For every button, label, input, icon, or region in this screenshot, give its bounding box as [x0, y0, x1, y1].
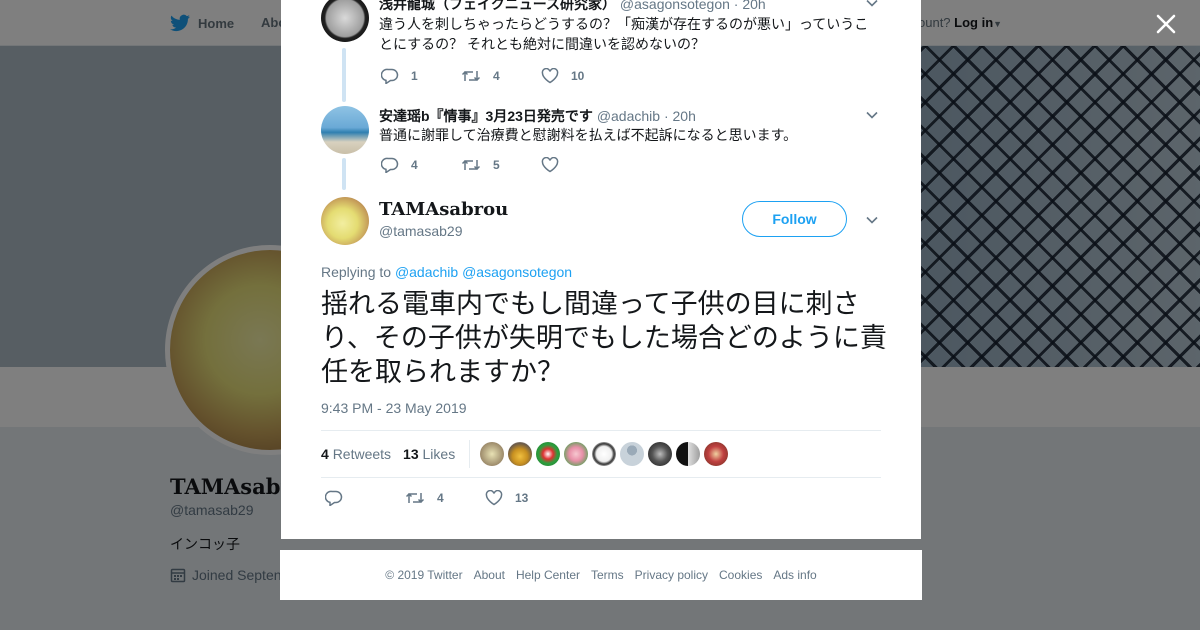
chevron-down-icon[interactable] [865, 0, 879, 10]
heart-icon [485, 490, 503, 506]
tweet-text: 違う人を刺しちゃったらどうするの？「痴漢が存在するのが悪い」っていうことにするの… [379, 16, 869, 52]
retweet-icon [461, 70, 481, 82]
author-name[interactable]: 浅井龍城（フェイクニュース研究家） [379, 0, 616, 12]
retweet-count: 4 [437, 491, 444, 505]
liker-avatars [480, 442, 729, 466]
follow-button[interactable]: Follow [742, 201, 847, 237]
heart-icon [541, 68, 559, 84]
reply-button[interactable] [325, 490, 405, 506]
reply-count: 4 [411, 158, 418, 172]
retweet-count: 5 [493, 158, 500, 172]
footer-link-about[interactable]: About [474, 568, 505, 582]
reply-icon [325, 490, 343, 506]
reply-button[interactable]: 4 [381, 157, 461, 173]
reply-icon [381, 68, 399, 84]
liker-avatar[interactable] [676, 442, 701, 466]
reply-icon [381, 157, 399, 173]
tweet-modal: 浅井龍城（フェイクニュース研究家） @asagonsotegon · 20h 違… [281, 0, 921, 539]
like-button[interactable]: 13 [485, 490, 565, 506]
footer-link-help-center[interactable]: Help Center [516, 568, 580, 582]
reply-tweet[interactable]: 安達瑶b『情事』3月23日発売です @adachib · 20h 普通に謝罪して… [281, 106, 921, 186]
like-count: 10 [571, 69, 585, 83]
reply-count: 1 [411, 69, 418, 83]
tweet-time[interactable]: · 20h [664, 108, 696, 124]
tweet-stats: 4 Retweets 13 Likes [321, 430, 881, 478]
replying-to-link[interactable]: @adachib [395, 264, 458, 280]
retweets-stat-count: 4 [321, 446, 329, 462]
avatar [321, 0, 369, 42]
retweet-icon [461, 159, 481, 171]
replying-to-link[interactable]: @asagonsotegon [462, 264, 572, 280]
author-handle[interactable]: @asagonsotegon [620, 0, 730, 12]
tweet-text: 普通に謝罪して治療費と慰謝料を払えば不起訴になると思います。 [379, 127, 798, 143]
avatar [321, 106, 369, 154]
footer-link-ads-info[interactable]: Ads info [773, 568, 816, 582]
liker-avatar[interactable] [480, 442, 505, 466]
heart-icon [541, 157, 559, 173]
close-button[interactable] [1152, 10, 1180, 38]
like-button[interactable]: 10 [541, 68, 621, 84]
liker-avatar[interactable] [648, 442, 673, 466]
liker-avatar[interactable] [592, 442, 617, 466]
liker-avatar[interactable] [536, 442, 561, 466]
main-tweet-text: 揺れる電車内でもし間違って子供の目に刺さり、その子供が失明でもした場合どのように… [321, 289, 887, 387]
likes-stat[interactable]: 13 Likes [403, 446, 455, 462]
retweets-stat[interactable]: 4 Retweets [321, 446, 391, 462]
footer-link-privacy[interactable]: Privacy policy [635, 568, 708, 582]
liker-avatar[interactable] [620, 442, 645, 466]
reply-tweet[interactable]: 浅井龍城（フェイクニュース研究家） @asagonsotegon · 20h 違… [281, 0, 921, 94]
footer-link-cookies[interactable]: Cookies [719, 568, 762, 582]
author-handle[interactable]: @adachib [597, 108, 660, 124]
retweet-count: 4 [493, 69, 500, 83]
like-count: 13 [515, 491, 529, 505]
main-tweet-actions: 4 13 [325, 490, 565, 506]
tweet-actions: 1 4 10 [381, 68, 621, 84]
reply-header: 安達瑶b『情事』3月23日発売です @adachib · 20h [379, 106, 696, 126]
main-tweet-avatar[interactable] [321, 197, 369, 245]
stats-divider [469, 440, 471, 468]
replying-to: Replying to @adachib @asagonsotegon [321, 264, 572, 280]
footer: © 2019 Twitter About Help Center Terms P… [280, 550, 922, 600]
retweet-button[interactable]: 4 [461, 68, 541, 84]
tweet-timestamp[interactable]: 9:43 PM - 23 May 2019 [321, 400, 467, 416]
close-icon [1156, 14, 1176, 34]
retweet-button[interactable]: 4 [405, 490, 485, 506]
retweet-icon [405, 492, 425, 504]
likes-stat-count: 13 [403, 446, 419, 462]
footer-copyright: © 2019 Twitter [385, 568, 463, 582]
like-button[interactable] [541, 157, 621, 173]
liker-avatar[interactable] [704, 442, 729, 466]
likes-stat-label: Likes [422, 446, 456, 462]
author-name[interactable]: 安達瑶b『情事』3月23日発売です [379, 108, 593, 124]
main-tweet-author-handle[interactable]: @tamasab29 [379, 223, 462, 239]
retweets-stat-label: Retweets [332, 446, 392, 462]
liker-avatar[interactable] [564, 442, 589, 466]
footer-link-terms[interactable]: Terms [591, 568, 624, 582]
reply-header: 浅井龍城（フェイクニュース研究家） @asagonsotegon · 20h [379, 0, 766, 14]
main-tweet-author-name[interactable]: TAMAsabrou [379, 199, 508, 220]
chevron-down-icon[interactable] [865, 108, 879, 122]
retweet-button[interactable]: 5 [461, 157, 541, 173]
tweet-time[interactable]: · 20h [734, 0, 766, 12]
chevron-down-icon[interactable] [865, 213, 879, 227]
liker-avatar[interactable] [508, 442, 533, 466]
replying-to-label: Replying to [321, 264, 392, 280]
tweet-actions: 4 5 [381, 157, 621, 173]
reply-button[interactable]: 1 [381, 68, 461, 84]
